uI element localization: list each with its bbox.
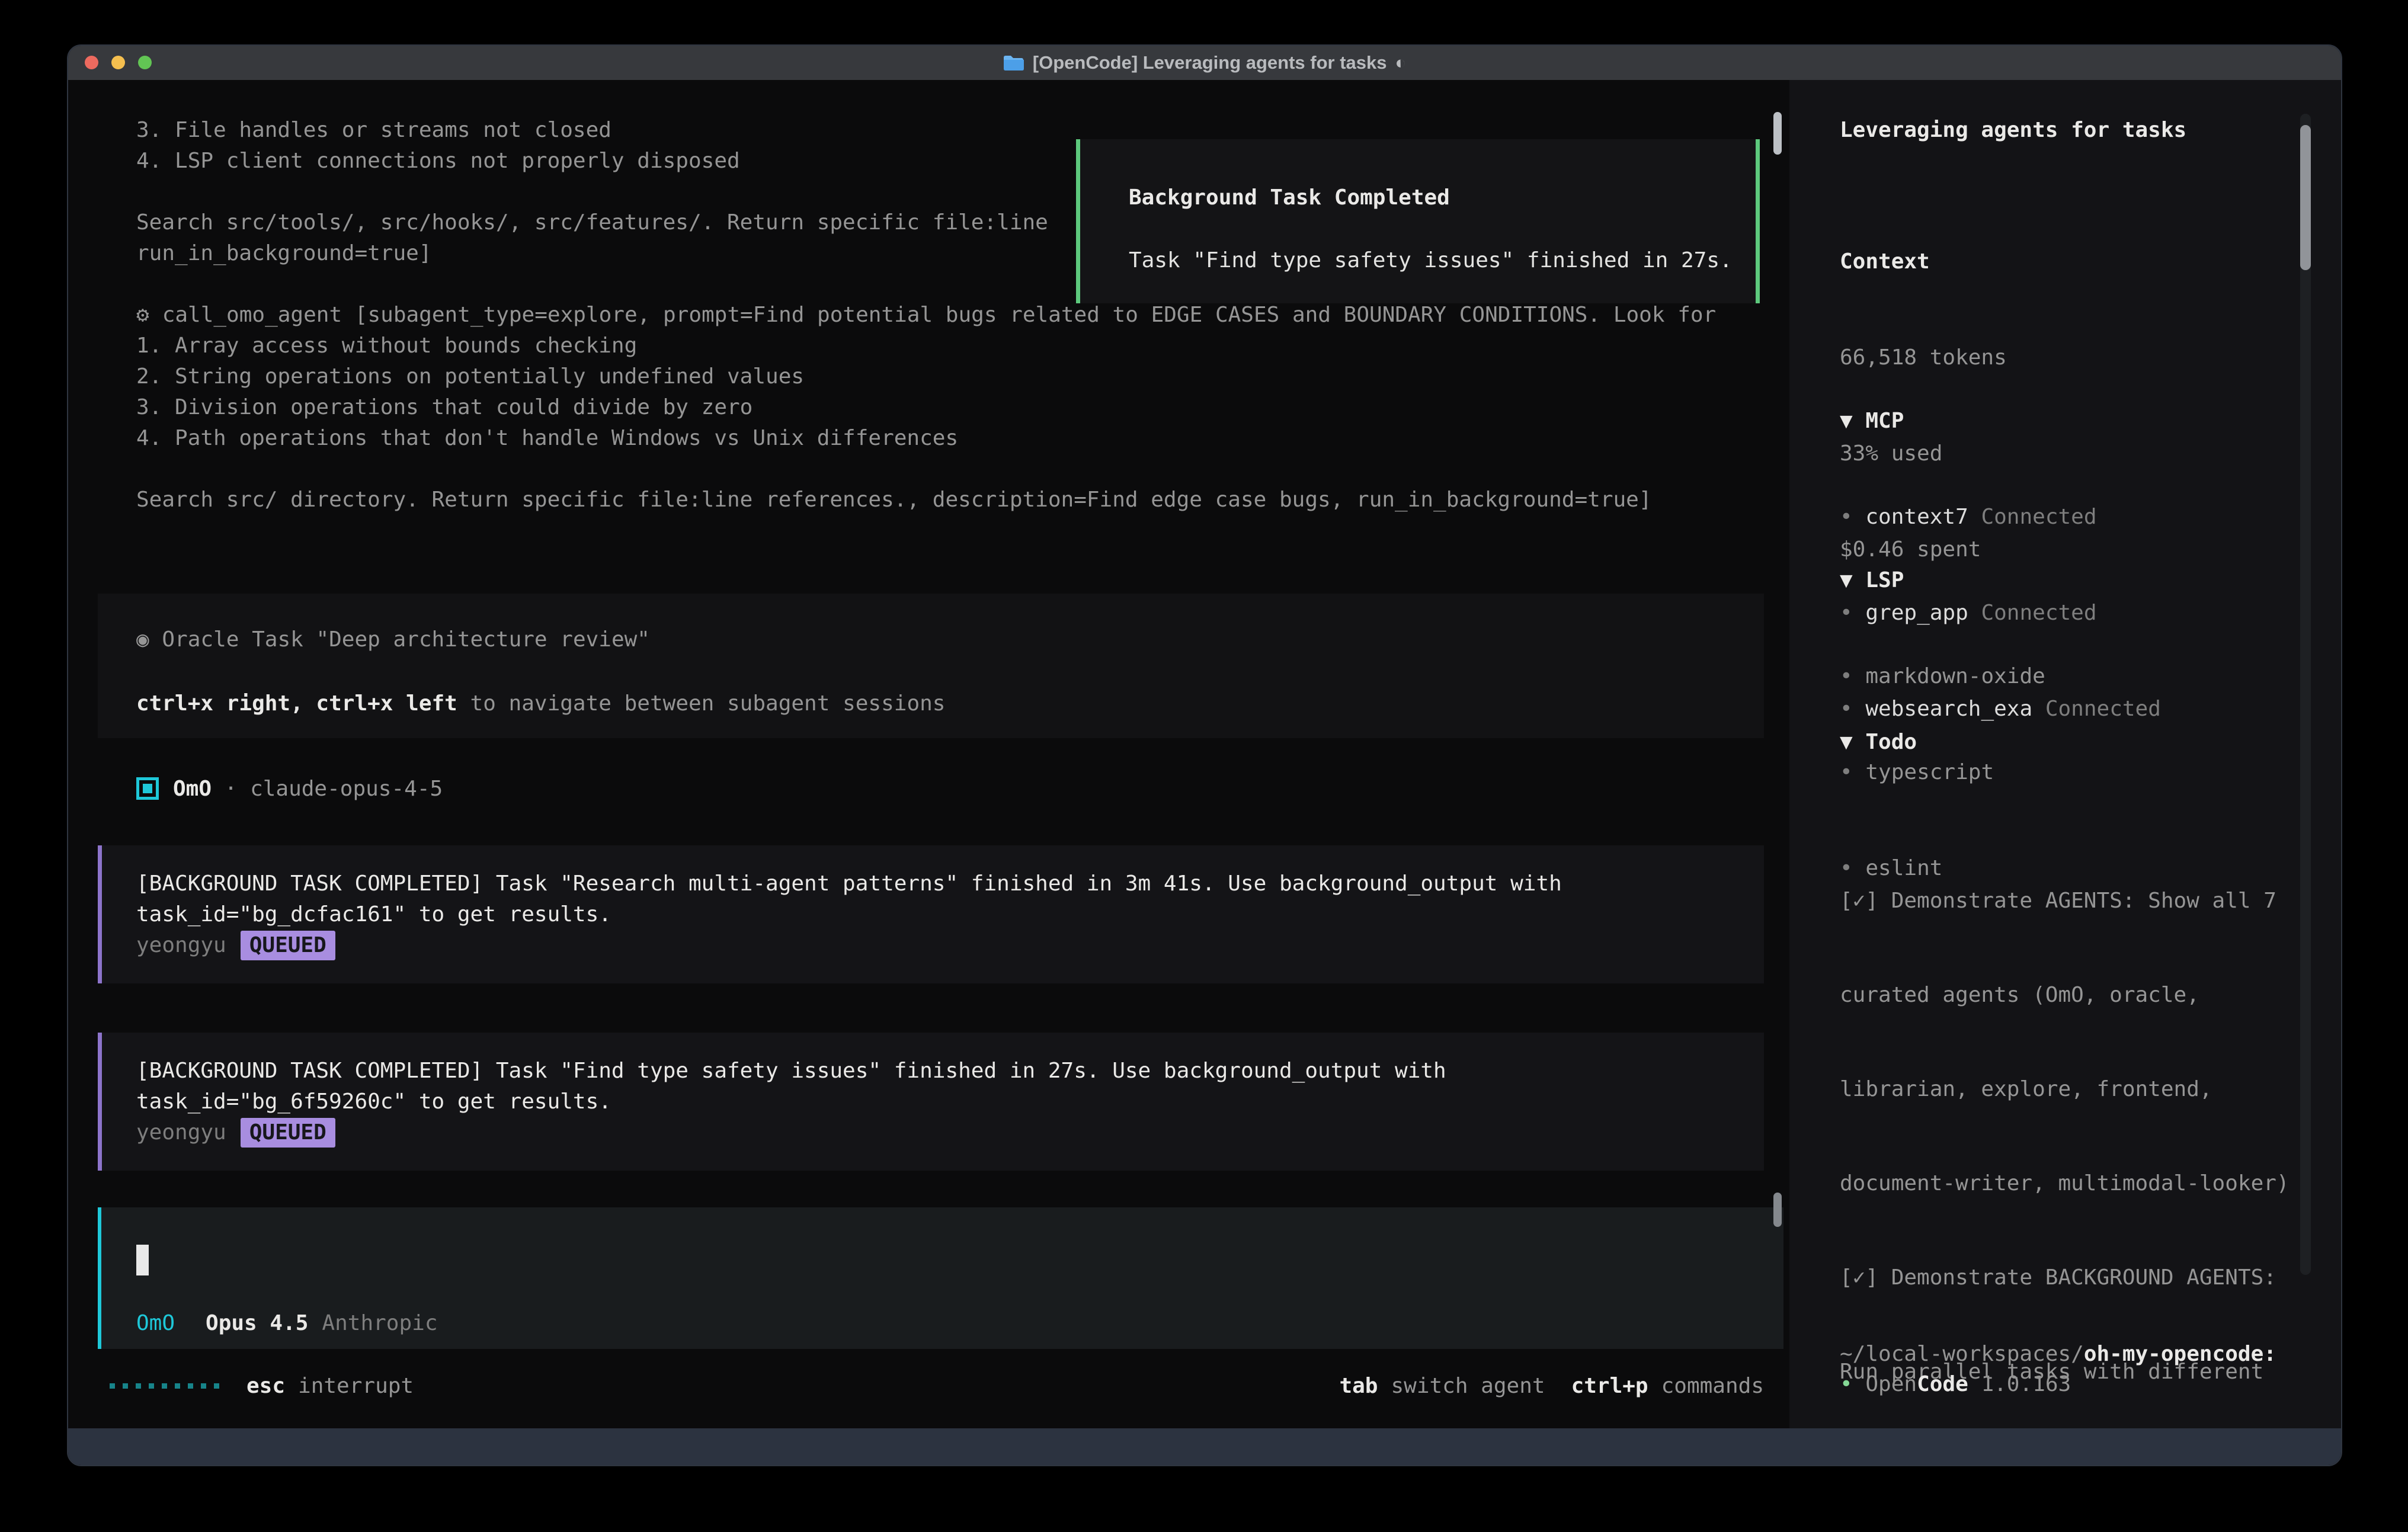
oracle-navigation-hint: ctrl+x right, ctrl+x left to navigate be… <box>136 688 945 719</box>
tab-key-hint: tab <box>1339 1374 1378 1398</box>
toast-title: Background Task Completed <box>1129 182 1450 213</box>
status-badge: QUEUED <box>241 1118 335 1148</box>
chevron-down-icon: ▼ <box>1840 730 1853 754</box>
background-task-card: [BACKGROUND TASK COMPLETED] Task "Resear… <box>98 845 1764 983</box>
chevron-down-icon: ▼ <box>1840 568 1853 592</box>
record-icon: ◉ <box>136 627 149 652</box>
oracle-task-box: ◉ Oracle Task "Deep architecture review"… <box>98 594 1764 738</box>
task-meta: yeongyu QUEUED <box>136 930 1562 961</box>
input-model-name: Opus 4.5 <box>206 1311 308 1335</box>
prompt-input[interactable]: OmO Opus 4.5 Anthropic <box>98 1207 1783 1349</box>
agent-header: OmO · claude-opus-4-5 <box>136 773 443 804</box>
version-number: 1.0.163 <box>1968 1372 2071 1396</box>
workspace-info: ~/local-workspaces/oh-my-opencode: maste… <box>1840 1274 2276 1428</box>
workspace-repo: oh-my-opencode: <box>2084 1342 2276 1366</box>
activity-dots-icon <box>110 1383 219 1389</box>
sidebar-scrollbar-thumb[interactable] <box>2300 125 2311 270</box>
oracle-task-title: ◉ Oracle Task "Deep architecture review" <box>136 624 650 655</box>
close-button-icon[interactable] <box>85 56 98 69</box>
ctrlp-key-hint: ctrl+p <box>1571 1374 1648 1398</box>
session-title: Leveraging agents for tasks <box>1840 114 2186 146</box>
task-message-line: [BACKGROUND TASK COMPLETED] Task "Find t… <box>136 1056 1446 1086</box>
context-header: Context <box>1840 246 2007 278</box>
terminal-window: [OpenCode] Leveraging agents for tasks ◐… <box>67 44 2342 1466</box>
workspace-path-line: ~/local-workspaces/oh-my-opencode: <box>1840 1338 2276 1370</box>
agent-separator: · <box>212 777 250 801</box>
hint-text: to navigate between subagent sessions <box>457 691 946 716</box>
terminal-line <box>136 454 1716 485</box>
lsp-section-header[interactable]: ▼ LSP <box>1840 565 2045 597</box>
sidebar-scrollbar-track[interactable] <box>2300 114 2311 1275</box>
todo-line: curated agents (OmO, oracle, <box>1840 979 2315 1011</box>
terminal-line: 4. Path operations that don't handle Win… <box>136 423 1716 454</box>
chat-main-pane: 3. File handles or streams not closed 4.… <box>68 80 1789 1428</box>
terminal-line: 1. Array access without bounds checking <box>136 331 1716 361</box>
busy-indicator-icon: ◐ <box>1395 52 1407 73</box>
input-model-provider: Anthropic <box>322 1311 437 1335</box>
tool-call-line: ⚙ call_omo_agent [subagent_type=explore, … <box>136 300 1716 331</box>
session-sidebar: Leveraging agents for tasks Context 66,5… <box>1789 80 2341 1428</box>
input-agent-name: OmO <box>136 1311 175 1335</box>
terminal-line: 3. Division operations that could divide… <box>136 392 1716 423</box>
status-bar: esc interrupt tab switch agent ctrl+p co… <box>68 1370 1764 1401</box>
zoom-button-icon[interactable] <box>138 56 152 69</box>
window-title: [OpenCode] Leveraging agents for tasks <box>1033 52 1387 73</box>
agent-name: OmO <box>173 777 212 801</box>
todo-line: librarian, explore, frontend, <box>1840 1073 2315 1105</box>
task-message-line: task_id="bg_dcfac161" to get results. <box>136 899 1562 930</box>
status-badge: QUEUED <box>241 931 335 960</box>
task-meta: yeongyu QUEUED <box>136 1117 1446 1148</box>
terminal-line: 2. String operations on potentially unde… <box>136 361 1716 392</box>
task-user: yeongyu <box>136 930 226 961</box>
gear-icon: ⚙ <box>136 303 149 327</box>
terminal-line: Search src/ directory. Return specific f… <box>136 485 1716 515</box>
main-scrollbar-thumb[interactable] <box>1773 112 1782 155</box>
task-message-line: [BACKGROUND TASK COMPLETED] Task "Resear… <box>136 868 1562 899</box>
bullet-icon: • <box>1840 1372 1853 1396</box>
background-task-card: [BACKGROUND TASK COMPLETED] Task "Find t… <box>98 1033 1764 1171</box>
toast-body: Task "Find type safety issues" finished … <box>1129 245 1733 276</box>
chevron-down-icon: ▼ <box>1840 409 1853 433</box>
window-bottom-bar <box>68 1428 2341 1465</box>
traffic-lights <box>85 56 152 69</box>
hint-keys: ctrl+x right, ctrl+x left <box>136 691 457 716</box>
esc-key-label: interrupt <box>298 1374 414 1398</box>
toast-notification[interactable]: Background Task Completed Task "Find typ… <box>1076 139 1760 303</box>
version-line: • OpenCode 1.0.163 <box>1840 1368 2071 1400</box>
todo-line: [✓] Demonstrate AGENTS: Show all 7 <box>1840 885 2315 916</box>
tab-key-label: switch agent <box>1391 1374 1545 1398</box>
tool-call-text: call_omo_agent [subagent_type=explore, p… <box>162 303 1717 327</box>
folder-icon <box>1003 54 1024 72</box>
version-name: Code <box>1917 1372 1968 1396</box>
agent-square-icon <box>136 777 159 800</box>
task-message-line: task_id="bg_6f59260c" to get results. <box>136 1086 1446 1117</box>
minimize-button-icon[interactable] <box>111 56 125 69</box>
agent-model: claude-opus-4-5 <box>250 777 443 801</box>
text-cursor <box>136 1245 149 1275</box>
esc-key-hint: esc <box>246 1374 285 1398</box>
model-selector: OmO Opus 4.5 Anthropic <box>136 1307 438 1338</box>
ctrlp-key-label: commands <box>1661 1374 1764 1398</box>
titlebar[interactable]: [OpenCode] Leveraging agents for tasks ◐ <box>68 46 2341 80</box>
task-user: yeongyu <box>136 1117 226 1148</box>
main-scrollbar-thumb[interactable] <box>1773 1193 1782 1227</box>
todo-line: document-writer, multimodal-looker) <box>1840 1168 2315 1199</box>
todo-section-header[interactable]: ▼ Todo <box>1840 726 2315 758</box>
mcp-section-header[interactable]: ▼ MCP <box>1840 405 2161 437</box>
